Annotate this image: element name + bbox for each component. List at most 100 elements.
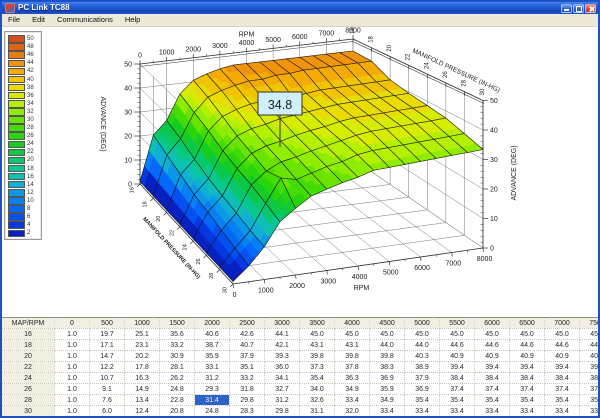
- table-cell[interactable]: 38.4: [475, 373, 510, 384]
- table-cell[interactable]: 40.9: [580, 351, 599, 362]
- menu-help[interactable]: Help: [119, 14, 146, 26]
- table-cell[interactable]: 37.4: [545, 384, 580, 395]
- close-button[interactable]: [585, 4, 596, 13]
- table-cell[interactable]: 33.2: [230, 373, 265, 384]
- table-cell[interactable]: 1.0: [55, 384, 90, 395]
- table-cell[interactable]: 42.1: [265, 340, 300, 351]
- table-cell[interactable]: 32.7: [265, 384, 300, 395]
- table-cell[interactable]: 38.4: [545, 373, 580, 384]
- table-cell[interactable]: 37.4: [440, 384, 475, 395]
- table-cell[interactable]: 23.1: [125, 340, 160, 351]
- menu-file[interactable]: File: [2, 14, 26, 26]
- table-cell[interactable]: 33.1: [195, 362, 230, 373]
- table-cell[interactable]: 1.0: [55, 406, 90, 417]
- table-cell[interactable]: 45.0: [580, 329, 599, 340]
- table-cell[interactable]: 6.0: [90, 406, 125, 417]
- table-cell[interactable]: 44.6: [475, 340, 510, 351]
- table-cell[interactable]: 29.8: [230, 395, 265, 406]
- table-cell[interactable]: 40.9: [545, 351, 580, 362]
- table-cell[interactable]: 33.4: [335, 395, 370, 406]
- table-cell[interactable]: 35.9: [370, 384, 405, 395]
- table-cell[interactable]: 42.6: [230, 329, 265, 340]
- table-cell[interactable]: 38.9: [405, 362, 440, 373]
- table-cell[interactable]: 44.6: [580, 340, 599, 351]
- table-cell[interactable]: 39.8: [335, 351, 370, 362]
- table-cell[interactable]: 28.1: [160, 362, 195, 373]
- table-cell[interactable]: 14.7: [90, 351, 125, 362]
- table-cell[interactable]: 34.1: [265, 373, 300, 384]
- table-cell[interactable]: 35.4: [510, 395, 545, 406]
- table-cell[interactable]: 45.0: [475, 329, 510, 340]
- table-cell[interactable]: 33.4: [510, 406, 545, 417]
- table-cell[interactable]: 22.8: [160, 395, 195, 406]
- table-cell[interactable]: 20.2: [125, 351, 160, 362]
- table-cell[interactable]: 43.1: [300, 340, 335, 351]
- table-cell[interactable]: 7.6: [90, 395, 125, 406]
- table-cell[interactable]: 39.8: [300, 351, 335, 362]
- table-cell[interactable]: 45.0: [300, 329, 335, 340]
- table-cell[interactable]: 39.4: [475, 362, 510, 373]
- table-cell[interactable]: 37.4: [475, 384, 510, 395]
- table-cell[interactable]: 40.3: [405, 351, 440, 362]
- menu-communications[interactable]: Communications: [51, 14, 119, 26]
- surface-plot[interactable]: 010002000300040005000600070008000RPM1618…: [2, 27, 598, 317]
- table-cell[interactable]: 44.6: [440, 340, 475, 351]
- table-cell[interactable]: 44.0: [370, 340, 405, 351]
- table-cell[interactable]: 39.3: [265, 351, 300, 362]
- table-cell[interactable]: 39.4: [580, 362, 599, 373]
- table-cell[interactable]: 35.6: [160, 329, 195, 340]
- table-cell[interactable]: 45.0: [370, 329, 405, 340]
- table-cell[interactable]: 32.6: [300, 395, 335, 406]
- table-cell[interactable]: 35.4: [545, 395, 580, 406]
- table-cell[interactable]: 31.2: [265, 395, 300, 406]
- table-cell[interactable]: 33.4: [545, 406, 580, 417]
- table-cell[interactable]: 19.7: [90, 329, 125, 340]
- table-cell[interactable]: 36.3: [335, 373, 370, 384]
- table-cell[interactable]: 9.1: [90, 384, 125, 395]
- table-cell[interactable]: 1.0: [55, 351, 90, 362]
- table-cell[interactable]: 33.4: [580, 406, 599, 417]
- table-cell[interactable]: 1.0: [55, 329, 90, 340]
- table-cell[interactable]: 45.0: [545, 329, 580, 340]
- table-cell[interactable]: 35.4: [300, 373, 335, 384]
- table-cell[interactable]: 37.3: [300, 362, 335, 373]
- table-cell[interactable]: 29.3: [195, 384, 230, 395]
- table-cell[interactable]: 45.0: [405, 329, 440, 340]
- table-cell[interactable]: 36.9: [405, 384, 440, 395]
- table-cell[interactable]: 13.4: [125, 395, 160, 406]
- table-cell[interactable]: 1.0: [55, 362, 90, 373]
- table-cell-selected[interactable]: 31.4: [195, 395, 230, 406]
- table-cell[interactable]: 33.2: [160, 340, 195, 351]
- table-cell[interactable]: 12.2: [90, 362, 125, 373]
- table-cell[interactable]: 33.4: [475, 406, 510, 417]
- table-cell[interactable]: 34.9: [370, 395, 405, 406]
- table-cell[interactable]: 44.6: [510, 340, 545, 351]
- table-cell[interactable]: 35.4: [580, 395, 599, 406]
- table-cell[interactable]: 39.4: [510, 362, 545, 373]
- table-cell[interactable]: 31.2: [195, 373, 230, 384]
- table-cell[interactable]: 33.4: [440, 406, 475, 417]
- table-cell[interactable]: 35.1: [230, 362, 265, 373]
- table-cell[interactable]: 30.9: [160, 351, 195, 362]
- table-cell[interactable]: 45.0: [335, 329, 370, 340]
- table-cell[interactable]: 37.4: [580, 384, 599, 395]
- table-cell[interactable]: 35.9: [195, 351, 230, 362]
- table-cell[interactable]: 40.9: [475, 351, 510, 362]
- table-cell[interactable]: 38.3: [370, 362, 405, 373]
- table-cell[interactable]: 14.9: [125, 384, 160, 395]
- table-cell[interactable]: 44.1: [265, 329, 300, 340]
- table-cell[interactable]: 26.2: [160, 373, 195, 384]
- table-cell[interactable]: 16.3: [125, 373, 160, 384]
- table-cell[interactable]: 29.8: [265, 406, 300, 417]
- table-cell[interactable]: 37.9: [230, 351, 265, 362]
- table-cell[interactable]: 38.7: [195, 340, 230, 351]
- table-cell[interactable]: 45.0: [510, 329, 545, 340]
- table-cell[interactable]: 28.3: [230, 406, 265, 417]
- table-cell[interactable]: 40.6: [195, 329, 230, 340]
- table-cell[interactable]: 32.0: [335, 406, 370, 417]
- table-cell[interactable]: 12.4: [125, 406, 160, 417]
- table-cell[interactable]: 34.9: [335, 384, 370, 395]
- table-cell[interactable]: 31.8: [230, 384, 265, 395]
- table-cell[interactable]: 37.4: [510, 384, 545, 395]
- table-cell[interactable]: 40.9: [440, 351, 475, 362]
